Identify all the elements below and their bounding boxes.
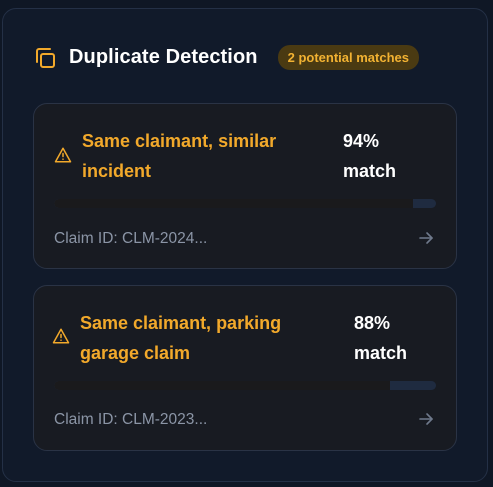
match-percentage: 88% match [354,313,408,363]
panel-header: Duplicate Detection 2 potential matches [33,45,419,70]
match-progress-bar [54,381,436,390]
arrow-right-icon[interactable] [418,411,434,427]
match-title: Same claimant, parking garage claim [80,313,282,363]
match-progress-bar [54,199,436,208]
match-title: Same claimant, similar incident [82,131,277,181]
match-card[interactable]: Same claimant, similar incident 94% matc… [33,103,457,269]
match-progress-fill [54,381,391,390]
panel-title: Duplicate Detection [69,46,258,68]
arrow-right-icon[interactable] [418,230,434,246]
matches-count-badge: 2 potential matches [277,45,419,70]
match-progress-fill [54,199,414,208]
claim-id: Claim ID: CLM-2023... [54,411,208,428]
claim-id: Claim ID: CLM-2024... [54,230,208,247]
warning-icon [52,327,70,345]
copy-icon [33,46,57,70]
match-percentage: 94% match [343,131,397,181]
match-card[interactable]: Same claimant, parking garage claim 88% … [33,285,457,451]
warning-icon [54,146,72,164]
